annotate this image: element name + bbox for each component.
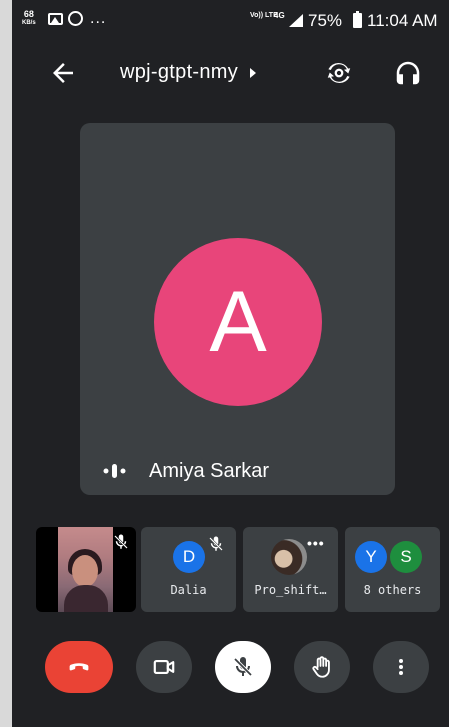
signal-icon	[289, 14, 303, 27]
more-horiz-icon: •••	[307, 535, 325, 551]
status-bar: 68 KB/s ... Vo)) LTE 4G 75% 11:04 AM	[12, 0, 449, 42]
participant-avatar: S	[390, 541, 422, 573]
raise-hand-button[interactable]	[294, 641, 350, 693]
more-vert-icon	[399, 659, 403, 675]
end-call-button[interactable]	[45, 641, 113, 693]
meeting-code: wpj-gtpt-nmy	[120, 61, 239, 83]
headphones-icon	[396, 61, 420, 85]
participant-tile-others[interactable]: Y S 8 others	[345, 527, 440, 612]
speaking-icon	[103, 463, 129, 479]
mic-off-icon	[233, 657, 253, 677]
video-icon	[153, 659, 175, 675]
mic-off-icon	[207, 535, 225, 553]
back-arrow-icon	[53, 63, 73, 83]
more-notifications: ...	[90, 10, 107, 27]
hand-raise-icon	[312, 656, 330, 678]
toggle-video-button[interactable]	[136, 641, 192, 693]
participant-tile-pro-shift[interactable]: ••• Pro_shift…	[243, 527, 338, 612]
switch-camera-button[interactable]	[324, 58, 354, 88]
clock: 11:04 AM	[367, 11, 438, 30]
mic-off-icon	[112, 533, 130, 551]
participant-tile-dalia[interactable]: D Dalia	[141, 527, 236, 612]
main-participant-tile[interactable]: A Amiya Sarkar	[80, 123, 395, 495]
switch-camera-icon	[327, 62, 351, 84]
network-type: 4G	[274, 11, 285, 20]
self-view-tile[interactable]	[36, 527, 136, 612]
meeting-info-button[interactable]: wpj-gtpt-nmy	[120, 61, 257, 84]
participant-name: 8 others	[363, 583, 422, 597]
participant-photo	[271, 539, 307, 575]
gallery-notification-icon	[48, 13, 63, 25]
network-speed: 68 KB/s	[22, 9, 36, 27]
speaker-name: Amiya Sarkar	[149, 460, 270, 482]
meeting-header: wpj-gtpt-nmy	[12, 50, 449, 96]
battery-icon	[353, 11, 362, 28]
participant-avatar: Y	[355, 541, 387, 573]
self-video	[58, 527, 113, 612]
whatsapp-notification-icon	[68, 11, 83, 26]
battery-percent: 75%	[308, 11, 343, 30]
meet-screen: 68 KB/s ... Vo)) LTE 4G 75% 11:04 AM wpj…	[12, 0, 449, 727]
caret-right-icon	[250, 67, 257, 78]
back-button[interactable]	[48, 58, 78, 88]
participant-avatar: A	[154, 238, 322, 406]
toggle-mic-button[interactable]	[215, 641, 271, 693]
more-options-button[interactable]	[373, 641, 429, 693]
participant-name: Pro_shift…	[254, 583, 327, 597]
participant-name: Dalia	[170, 583, 207, 597]
participant-avatar: D	[173, 541, 205, 573]
audio-output-button[interactable]	[393, 58, 423, 88]
end-call-icon	[69, 663, 89, 671]
